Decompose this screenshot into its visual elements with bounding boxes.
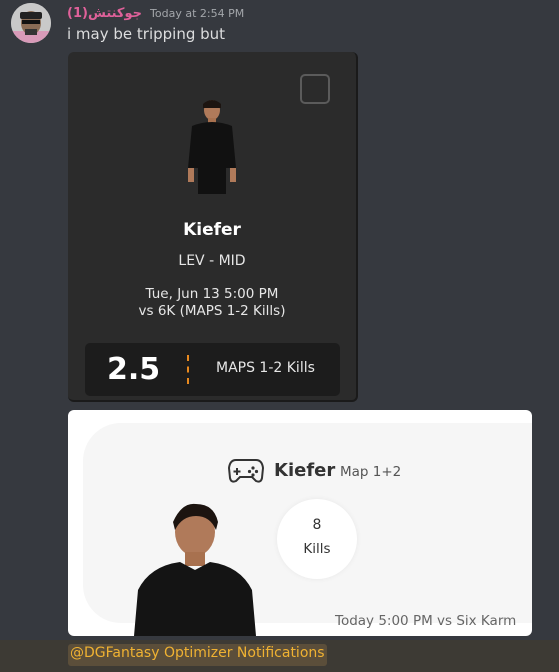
stat-label: MAPS 1-2 Kills [216,360,315,376]
gamepad-icon [228,459,264,483]
kills-circle: 8 Kills [277,499,357,579]
match-opponent: vs 6K (MAPS 1-2 Kills) [138,303,286,319]
role-mention[interactable]: @DGFantasy Optimizer Notifications [68,644,327,666]
avatar[interactable] [11,3,51,43]
player-photo [134,503,256,636]
select-checkbox[interactable] [300,74,330,104]
player-photo [188,100,236,194]
map-label: Map 1+2 [340,464,402,480]
projection-bar: 2.5 MAPS 1-2 Kills [85,343,340,396]
pick-card-image[interactable]: Kiefer LEV - MID Tue, Jun 13 5:00 PM vs … [68,52,358,402]
mention-highlight-row: @DGFantasy Optimizer Notifications [0,640,559,672]
avatar-image [11,3,51,43]
message-text: i may be tripping but [67,25,226,43]
kills-card-image[interactable]: Kiefer Map 1+2 8 Kills Today 5:00 PM vs … [68,410,532,636]
kills-label: Kills [303,541,331,557]
team-position: LEV - MID [178,253,246,269]
chat-message: جوكنتش(1) Today at 2:54 PM i may be trip… [0,0,559,640]
line-value: 2.5 [107,352,161,387]
kills-card-panel: Kiefer Map 1+2 8 Kills Today 5:00 PM vs … [83,423,532,636]
timestamp: Today at 2:54 PM [150,7,245,20]
game-time: Today 5:00 PM vs Six Karm [335,613,517,629]
username[interactable]: جوكنتش(1) [67,6,142,21]
kills-value: 8 [312,517,322,533]
match-datetime: Tue, Jun 13 5:00 PM [145,286,279,302]
player-name: Kiefer [183,220,241,240]
divider [187,355,189,384]
player-name: Kiefer [274,460,336,481]
message-header: جوكنتش(1) Today at 2:54 PM [67,6,244,24]
